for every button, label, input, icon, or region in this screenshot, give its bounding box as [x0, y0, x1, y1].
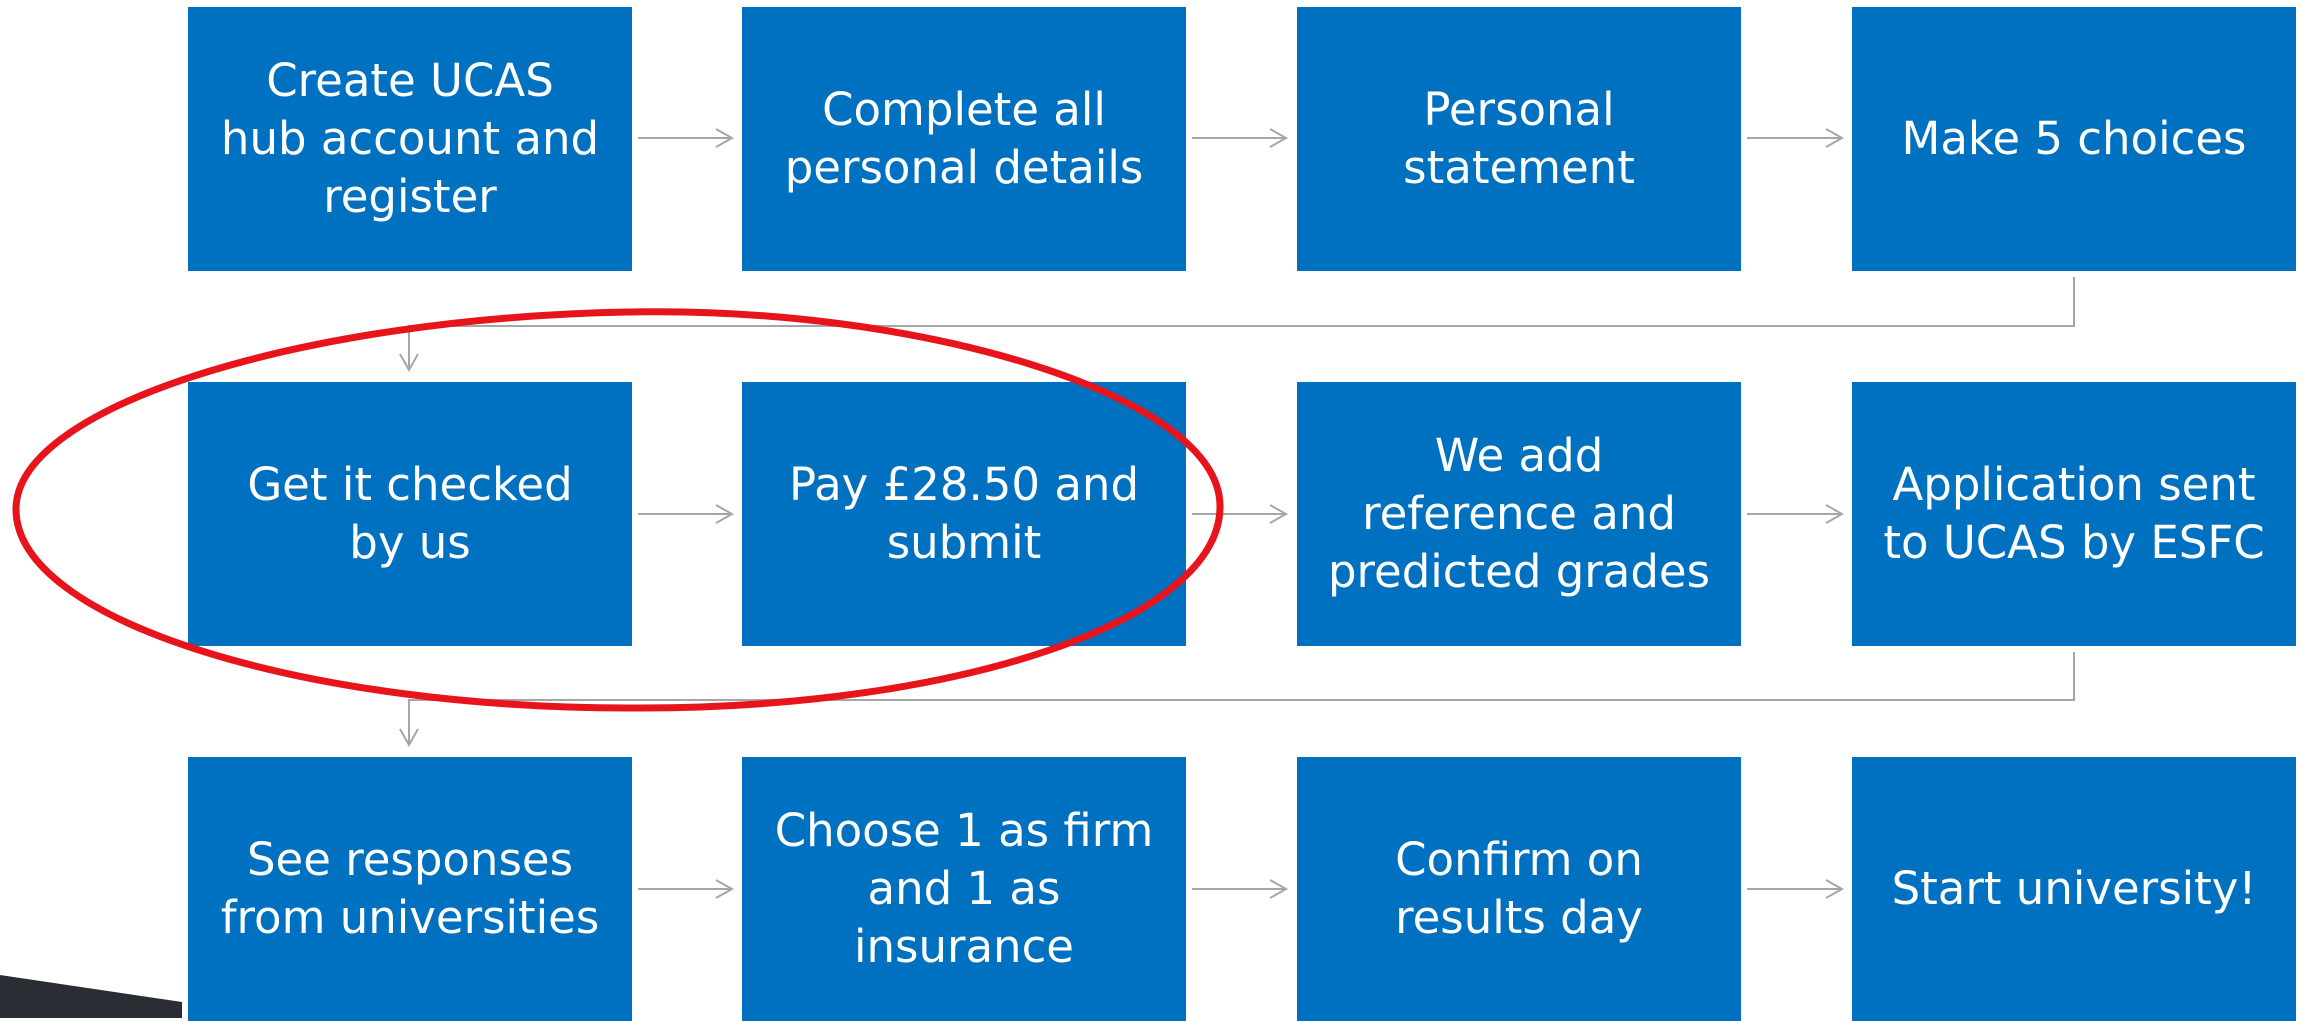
step-label: See responses from universities: [220, 833, 600, 944]
step-label: Personal statement: [1403, 83, 1635, 194]
step-label: Get it checked by us: [247, 458, 573, 569]
step-choose-firm-and-insurance: Choose 1 as firm and 1 as insurance: [742, 757, 1186, 1021]
step-complete-personal-details: Complete all personal details: [742, 7, 1186, 271]
step-see-responses: See responses from universities: [188, 757, 632, 1021]
step-add-reference-and-grades: We add reference and predicted grades: [1297, 382, 1741, 646]
step-application-sent: Application sent to UCAS by ESFC: [1852, 382, 2296, 646]
process-flow-diagram: Create UCAS hub account and register Com…: [0, 0, 2305, 1021]
step-confirm-results-day: Confirm on results day: [1297, 757, 1741, 1021]
arrow-4-5: [399, 277, 2075, 373]
arrow-8-9: [399, 652, 2075, 748]
step-label: Start university!: [1891, 862, 2257, 915]
step-make-5-choices: Make 5 choices: [1852, 7, 2296, 271]
step-label: Create UCAS hub account and register: [220, 54, 600, 223]
step-get-it-checked: Get it checked by us: [188, 382, 632, 646]
step-create-ucas-account: Create UCAS hub account and register: [188, 7, 632, 271]
step-label: Application sent to UCAS by ESFC: [1883, 458, 2265, 569]
step-start-university: Start university!: [1852, 757, 2296, 1021]
step-label: Confirm on results day: [1395, 833, 1643, 944]
step-label: Choose 1 as firm and 1 as insurance: [774, 804, 1154, 973]
step-label: Pay £28.50 and submit: [788, 458, 1140, 569]
step-personal-statement: Personal statement: [1297, 7, 1741, 271]
step-label: Make 5 choices: [1901, 112, 2247, 165]
step-pay-and-submit: Pay £28.50 and submit: [742, 382, 1186, 646]
step-label: Complete all personal details: [784, 83, 1144, 194]
step-label: We add reference and predicted grades: [1327, 429, 1711, 598]
